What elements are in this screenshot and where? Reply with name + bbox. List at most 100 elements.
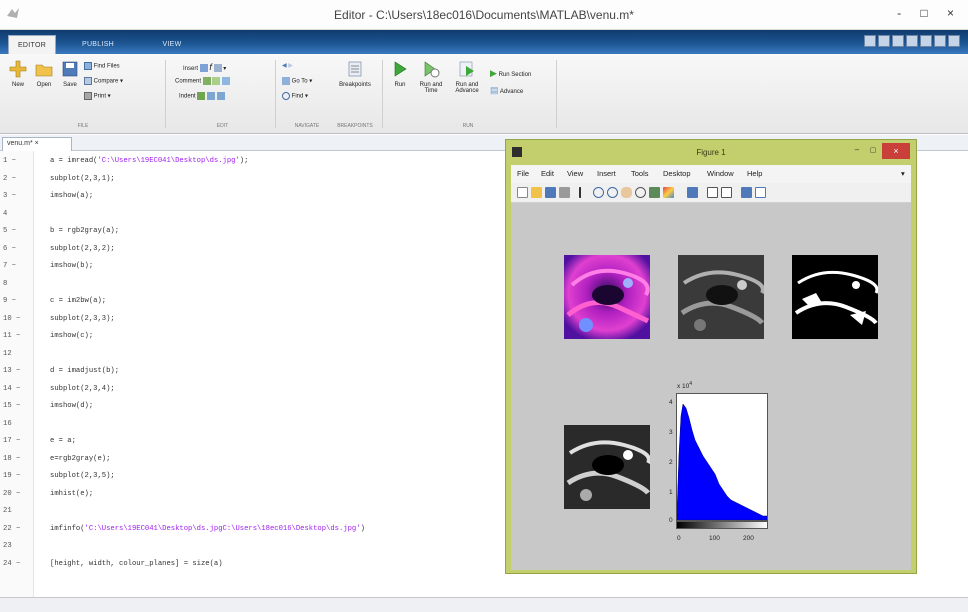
- code-line[interactable]: 8: [0, 278, 480, 290]
- code-line[interactable]: 21: [0, 505, 480, 517]
- histogram-exponent-label: x 104: [677, 381, 693, 391]
- code-line[interactable]: 6 − subplot(2,3,2);: [0, 243, 480, 255]
- code-line[interactable]: 4: [0, 208, 480, 220]
- save-disk-icon: [62, 61, 78, 77]
- code-text: c = im2bw(a);: [50, 295, 106, 307]
- menu-desktop[interactable]: Desktop: [663, 169, 691, 178]
- figure-close-button[interactable]: ×: [882, 143, 910, 159]
- quick-redo-icon[interactable]: [934, 35, 946, 47]
- line-number: 4: [3, 209, 8, 218]
- open-file-icon[interactable]: [531, 187, 542, 198]
- code-line[interactable]: 19 − subplot(2,3,5);: [0, 470, 480, 482]
- print-figure-icon[interactable]: [559, 187, 570, 198]
- ribbon-separator: [165, 60, 166, 128]
- ribbon-separator: [382, 60, 383, 128]
- brush-icon[interactable]: [663, 187, 674, 198]
- zoom-out-icon[interactable]: [607, 187, 618, 198]
- advance-button[interactable]: ▤ Advance: [490, 85, 523, 96]
- indent-button[interactable]: Indent: [179, 92, 225, 100]
- line-number: 7 −: [3, 262, 16, 270]
- colorbar-icon[interactable]: [707, 187, 718, 198]
- hide-plot-tools-icon[interactable]: [741, 187, 752, 198]
- save-button[interactable]: Save: [60, 60, 80, 88]
- link-plot-icon[interactable]: [687, 187, 698, 198]
- menu-view[interactable]: View: [567, 169, 583, 178]
- code-line[interactable]: 1 − a = imread('C:\Users\19EC041\Desktop\…: [0, 155, 480, 167]
- line-number: 15 −: [3, 402, 21, 410]
- quick-save-icon[interactable]: [864, 35, 876, 47]
- data-cursor-icon[interactable]: [649, 187, 660, 198]
- line-number: 21: [3, 507, 12, 515]
- code-line[interactable]: 11 − imshow(c);: [0, 330, 480, 342]
- tab-view[interactable]: VIEW: [150, 35, 194, 54]
- show-plot-tools-icon[interactable]: [755, 187, 766, 198]
- code-line[interactable]: 12: [0, 348, 480, 360]
- code-line[interactable]: 14 − subplot(2,3,4);: [0, 383, 480, 395]
- pan-hand-icon[interactable]: [621, 187, 632, 198]
- tab-editor[interactable]: EDITOR: [8, 35, 56, 54]
- code-line[interactable]: 22 − imfinfo('C:\Users\19EC041\Desktop\ds…: [0, 523, 480, 535]
- print-button[interactable]: Print ▾: [84, 92, 111, 100]
- code-line[interactable]: 24 − [height, width, colour_planes] = siz…: [0, 558, 480, 570]
- compare-button[interactable]: Compare ▾: [84, 77, 123, 85]
- menu-tools[interactable]: Tools: [631, 169, 649, 178]
- quick-cut-icon[interactable]: [878, 35, 890, 47]
- insert-icon: [199, 64, 208, 73]
- fx-dropdown-icon: [213, 64, 222, 73]
- new-figure-icon[interactable]: [517, 187, 528, 198]
- figure-maximize-button[interactable]: ▢: [866, 146, 880, 156]
- code-line[interactable]: 18 − e=rgb2gray(e);: [0, 453, 480, 465]
- menu-insert[interactable]: Insert: [597, 169, 616, 178]
- code-line[interactable]: 5 − b = rgb2gray(a);: [0, 225, 480, 237]
- goto-button[interactable]: Go To ▾: [282, 77, 312, 85]
- window-controls[interactable]: - □ ×: [897, 6, 962, 20]
- figure-minimize-button[interactable]: –: [850, 146, 864, 156]
- tab-venu-m[interactable]: venu.m* ×: [2, 137, 72, 151]
- zoom-in-icon[interactable]: [593, 187, 604, 198]
- rotate-3d-icon[interactable]: [635, 187, 646, 198]
- code-token: ): [360, 524, 365, 533]
- menu-overflow-arrow[interactable]: ▾: [901, 169, 905, 178]
- code-line[interactable]: 9 − c = im2bw(a);: [0, 295, 480, 307]
- code-line[interactable]: 13 − d = imadjust(b);: [0, 365, 480, 377]
- insert-button[interactable]: Insert f ▾: [183, 62, 226, 73]
- code-text: imshow(d);: [50, 400, 93, 412]
- menu-edit[interactable]: Edit: [541, 169, 554, 178]
- back-forward-buttons[interactable]: ◀ ▶: [282, 62, 293, 69]
- breakpoints-button[interactable]: Breakpoints: [336, 60, 374, 88]
- window-title: Editor - C:\Users\18ec016\Documents\MATL…: [334, 8, 634, 22]
- open-button[interactable]: Open: [34, 60, 54, 88]
- run-section-button[interactable]: ▶ Run Section: [490, 68, 531, 79]
- run-and-advance-button[interactable]: Run and Advance: [450, 60, 484, 94]
- quick-undo-icon[interactable]: [920, 35, 932, 47]
- edit-plot-icon[interactable]: [579, 187, 590, 198]
- code-line[interactable]: 16: [0, 418, 480, 430]
- menu-file[interactable]: File: [517, 169, 529, 178]
- code-line[interactable]: 10 − subplot(2,3,3);: [0, 313, 480, 325]
- code-line[interactable]: 7 − imshow(b);: [0, 260, 480, 272]
- advance-icon: ▤: [490, 85, 499, 95]
- code-line[interactable]: 15 − imshow(d);: [0, 400, 480, 412]
- run-and-time-button[interactable]: Run and Time: [416, 60, 446, 94]
- code-line[interactable]: 23: [0, 540, 480, 552]
- quick-paste-icon[interactable]: [906, 35, 918, 47]
- comment-button[interactable]: Comment: [175, 77, 231, 85]
- find-button[interactable]: Find ▾: [282, 92, 308, 100]
- tab-publish[interactable]: PUBLISH: [68, 35, 128, 54]
- menu-help[interactable]: Help: [747, 169, 762, 178]
- menu-window[interactable]: Window: [707, 169, 734, 178]
- find-files-button[interactable]: Find Files: [84, 62, 120, 70]
- save-figure-icon[interactable]: [545, 187, 556, 198]
- code-line[interactable]: 2 − subplot(2,3,1);: [0, 173, 480, 185]
- new-button[interactable]: New: [8, 60, 28, 88]
- code-line[interactable]: 17 − e = a;: [0, 435, 480, 447]
- quick-copy-icon[interactable]: [892, 35, 904, 47]
- code-line[interactable]: 20 − imhist(e);: [0, 488, 480, 500]
- x-tick-label: 100: [709, 535, 720, 542]
- line-number: 10 −: [3, 314, 21, 323]
- run-button[interactable]: Run: [388, 60, 412, 88]
- figure-window[interactable]: Figure 1 – ▢ × File Edit View Insert Too…: [505, 139, 917, 574]
- legend-icon[interactable]: [721, 187, 732, 198]
- quick-help-icon[interactable]: [948, 35, 960, 47]
- code-line[interactable]: 3 − imshow(a);: [0, 190, 480, 202]
